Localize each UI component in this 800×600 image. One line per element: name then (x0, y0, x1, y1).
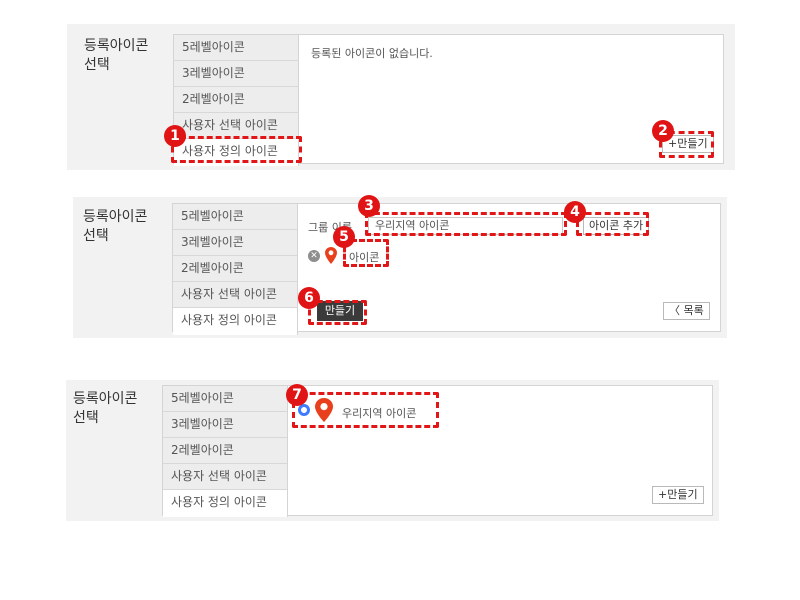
icon-group-radio[interactable] (298, 404, 310, 416)
icon-category-menu: 5레벨아이콘 3레벨아이콘 2레벨아이콘 사용자 선택 아이콘 사용자 정의 아… (174, 35, 299, 166)
menu-item-user-defined[interactable]: 사용자 정의 아이콘 (163, 490, 287, 517)
menu-item-level5[interactable]: 5레벨아이콘 (174, 35, 298, 61)
menu-item-level2[interactable]: 2레벨아이콘 (173, 256, 297, 282)
icon-category-menu: 5레벨아이콘 3레벨아이콘 2레벨아이콘 사용자 선택 아이콘 사용자 정의 아… (173, 204, 298, 335)
step-badge-1: 1 (164, 125, 186, 147)
menu-item-level3[interactable]: 3레벨아이콘 (174, 61, 298, 87)
make-button[interactable]: 만들기 (317, 301, 363, 321)
menu-item-user-select[interactable]: 사용자 선택 아이콘 (163, 464, 287, 490)
step-badge-5: 5 (333, 226, 355, 248)
group-name-input[interactable]: 우리지역 아이콘 (368, 217, 563, 235)
menu-item-level3[interactable]: 3레벨아이콘 (173, 230, 297, 256)
icon-category-menu: 5레벨아이콘 3레벨아이콘 2레벨아이콘 사용자 선택 아이콘 사용자 정의 아… (163, 386, 288, 517)
step-badge-6: 6 (298, 287, 320, 309)
step-badge-2: 2 (652, 120, 674, 142)
icon-select-panel-2: 등록아이콘 선택 5레벨아이콘 3레벨아이콘 2레벨아이콘 사용자 선택 아이콘… (73, 197, 727, 338)
remove-icon[interactable]: ✕ (308, 250, 320, 262)
icon-select-panel-3: 등록아이콘 선택 5레벨아이콘 3레벨아이콘 2레벨아이콘 사용자 선택 아이콘… (66, 380, 719, 521)
menu-item-level2[interactable]: 2레벨아이콘 (163, 438, 287, 464)
menu-item-user-select[interactable]: 사용자 선택 아이콘 (174, 113, 298, 139)
icon-select-box: 5레벨아이콘 3레벨아이콘 2레벨아이콘 사용자 선택 아이콘 사용자 정의 아… (162, 385, 713, 517)
map-pin-icon (325, 247, 337, 264)
icon-content-area: 등록된 아이콘이 없습니다. +만들기 (299, 35, 723, 163)
section-label: 등록아이콘 선택 (73, 391, 138, 426)
icon-select-panel-1: 등록아이콘 선택 5레벨아이콘 3레벨아이콘 2레벨아이콘 사용자 선택 아이콘… (67, 24, 735, 170)
icon-select-box: 5레벨아이콘 3레벨아이콘 2레벨아이콘 사용자 선택 아이콘 사용자 정의 아… (172, 203, 721, 335)
menu-item-user-select[interactable]: 사용자 선택 아이콘 (173, 282, 297, 308)
step-badge-4: 4 (564, 201, 586, 223)
map-pin-icon (315, 398, 333, 422)
step-badge-3: 3 (358, 195, 380, 217)
menu-item-user-defined[interactable]: 사용자 정의 아이콘 (173, 308, 297, 335)
step-badge-7: 7 (286, 384, 308, 406)
menu-item-user-defined[interactable]: 사용자 정의 아이콘 (174, 139, 298, 166)
make-button[interactable]: +만들기 (652, 486, 704, 504)
menu-item-level2[interactable]: 2레벨아이콘 (174, 87, 298, 113)
menu-item-level5[interactable]: 5레벨아이콘 (163, 386, 287, 412)
icon-edit-area: 그룹 이름 우리지역 아이콘 아이콘 추가 ✕ 아이콘 만들기 〈 목록 (298, 204, 720, 331)
empty-message: 등록된 아이콘이 없습니다. (311, 47, 433, 60)
icon-select-box: 5레벨아이콘 3레벨아이콘 2레벨아이콘 사용자 선택 아이콘 사용자 정의 아… (173, 34, 724, 166)
icon-list-area: 우리지역 아이콘 +만들기 (288, 386, 712, 515)
icon-item-label: 아이콘 (349, 251, 380, 264)
menu-item-level5[interactable]: 5레벨아이콘 (173, 204, 297, 230)
add-icon-button[interactable]: 아이콘 추가 (583, 217, 650, 235)
menu-item-level3[interactable]: 3레벨아이콘 (163, 412, 287, 438)
list-button[interactable]: 〈 목록 (663, 302, 710, 320)
icon-group-label: 우리지역 아이콘 (342, 407, 417, 420)
section-label: 등록아이콘 선택 (84, 38, 149, 73)
section-label: 등록아이콘 선택 (83, 209, 148, 244)
